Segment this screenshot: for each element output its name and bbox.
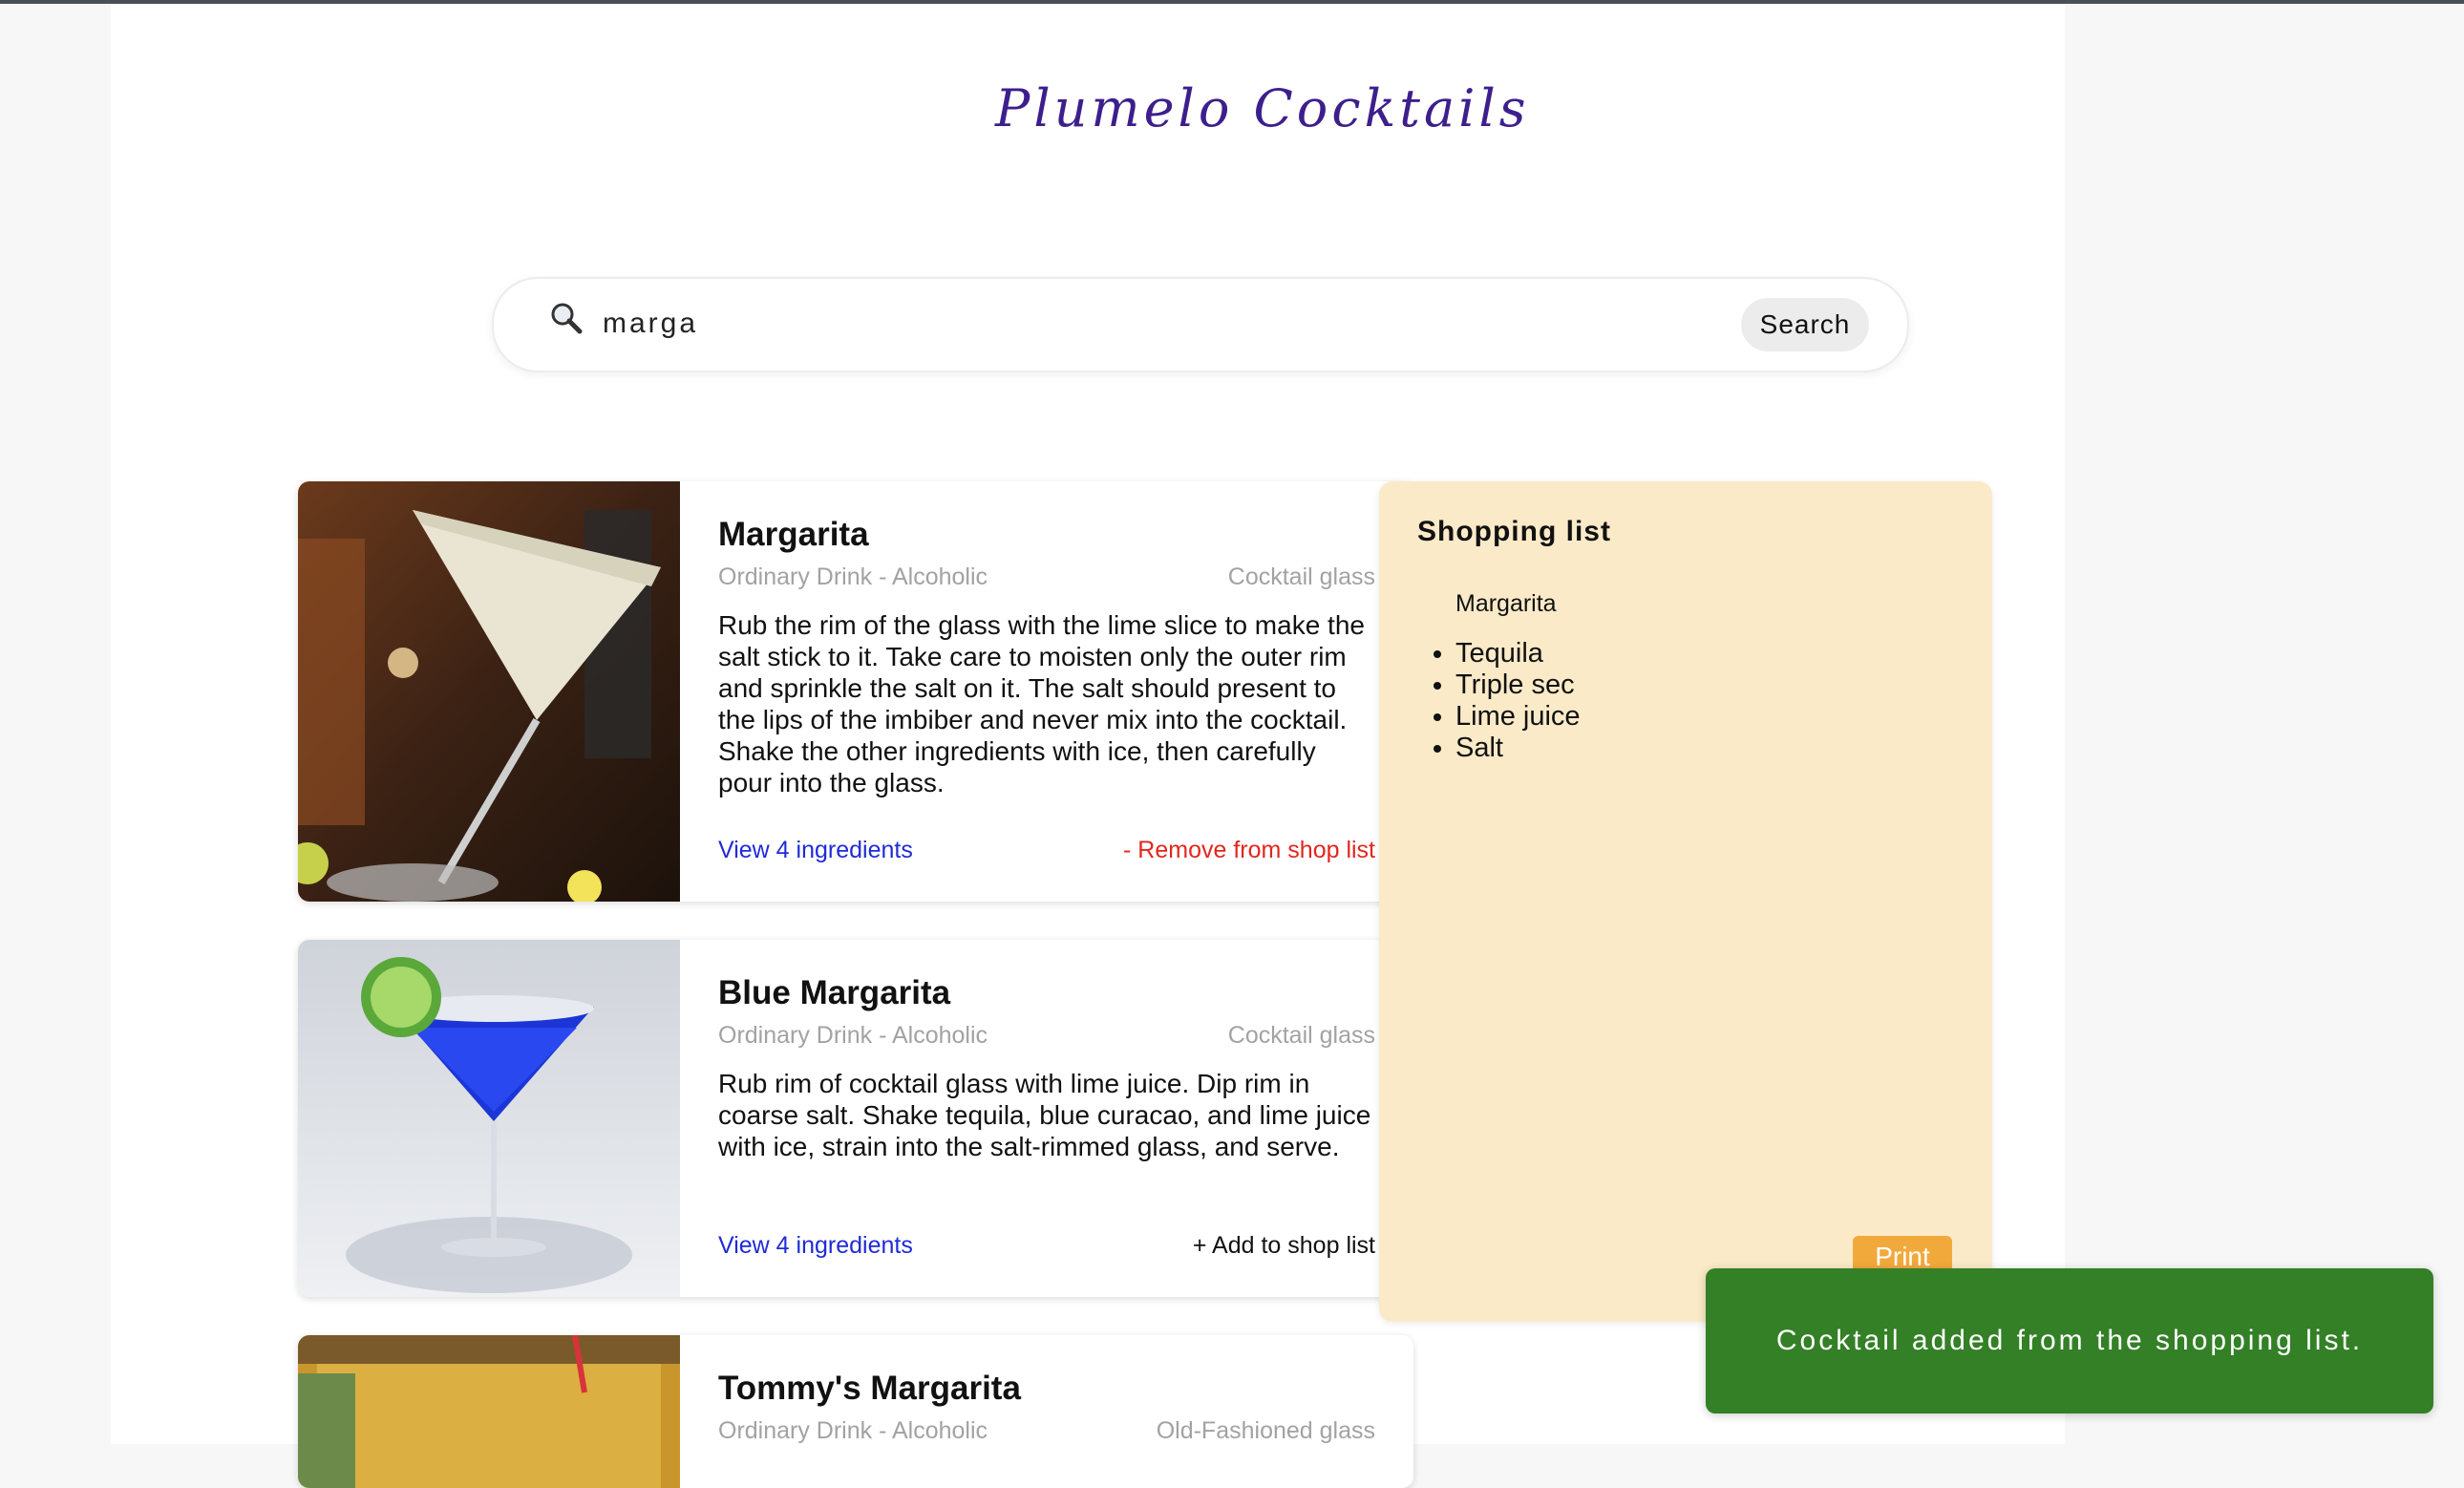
cocktail-glass: Old-Fashioned glass <box>1156 1417 1375 1444</box>
cocktail-image <box>298 481 680 902</box>
cocktail-glass: Cocktail glass <box>1227 563 1375 590</box>
search-button[interactable]: Search <box>1741 298 1869 351</box>
cocktail-meta: Ordinary Drink - Alcoholic Cocktail glas… <box>718 1022 1375 1050</box>
card-body: Blue Margarita Ordinary Drink - Alcoholi… <box>718 940 1375 1297</box>
cocktail-category: Ordinary Drink - Alcoholic <box>718 563 988 590</box>
cocktail-category: Ordinary Drink - Alcoholic <box>718 1417 988 1444</box>
ingredient-item: Tequila <box>1455 638 1581 670</box>
card-actions: View 4 ingredients + Add to shop list <box>718 1232 1375 1261</box>
shopping-list-panel: Shopping list Margarita Tequila Triple s… <box>1379 481 1992 1322</box>
magnifier-icon <box>551 303 583 334</box>
card-actions: View 4 ingredients - Remove from shop li… <box>718 837 1375 865</box>
cocktail-image <box>298 940 680 1297</box>
view-ingredients-link[interactable]: View 4 ingredients <box>718 837 913 864</box>
ingredient-item: Lime juice <box>1455 701 1581 733</box>
brand-logo: Plumelo Cocktails <box>995 78 1530 138</box>
search-bar: Search <box>492 277 1909 372</box>
shopping-list-ingredients: Tequila Triple sec Lime juice Salt <box>1417 638 1581 764</box>
card-body: Tommy's Margarita Ordinary Drink - Alcoh… <box>718 1335 1375 1488</box>
ingredient-item: Triple sec <box>1455 670 1581 701</box>
remove-from-shop-list-button[interactable]: - Remove from shop list <box>1123 837 1375 864</box>
view-ingredients-link[interactable]: View 4 ingredients <box>718 1232 913 1260</box>
cocktail-image <box>298 1335 680 1488</box>
cocktail-glass: Cocktail glass <box>1227 1022 1375 1049</box>
card-body: Margarita Ordinary Drink - Alcoholic Coc… <box>718 481 1375 902</box>
cocktail-name: Margarita <box>718 516 869 553</box>
cocktail-card: Blue Margarita Ordinary Drink - Alcoholi… <box>298 940 1413 1297</box>
cocktail-name: Blue Margarita <box>718 974 951 1011</box>
cocktail-card: Margarita Ordinary Drink - Alcoholic Coc… <box>298 481 1413 902</box>
cocktail-instructions: Rub rim of cocktail glass with lime juic… <box>718 1069 1371 1161</box>
cocktail-card: Tommy's Margarita Ordinary Drink - Alcoh… <box>298 1335 1413 1488</box>
ingredient-item: Salt <box>1455 733 1581 764</box>
search-input[interactable] <box>601 294 1712 353</box>
add-to-shop-list-button[interactable]: + Add to shop list <box>1193 1232 1375 1260</box>
shopping-list-drink-name: Margarita <box>1455 590 1557 617</box>
toast-message: Cocktail added from the shopping list. <box>1775 1325 2364 1356</box>
toast-notification: Cocktail added from the shopping list. <box>1706 1268 2433 1414</box>
cocktail-category: Ordinary Drink - Alcoholic <box>718 1022 988 1049</box>
cocktail-instructions: Rub the rim of the glass with the lime s… <box>718 610 1365 797</box>
cocktail-meta: Ordinary Drink - Alcoholic Old-Fashioned… <box>718 1417 1375 1445</box>
shopping-list-heading: Shopping list <box>1417 516 1611 547</box>
cocktail-name: Tommy's Margarita <box>718 1370 1021 1407</box>
cocktail-meta: Ordinary Drink - Alcoholic Cocktail glas… <box>718 563 1375 591</box>
